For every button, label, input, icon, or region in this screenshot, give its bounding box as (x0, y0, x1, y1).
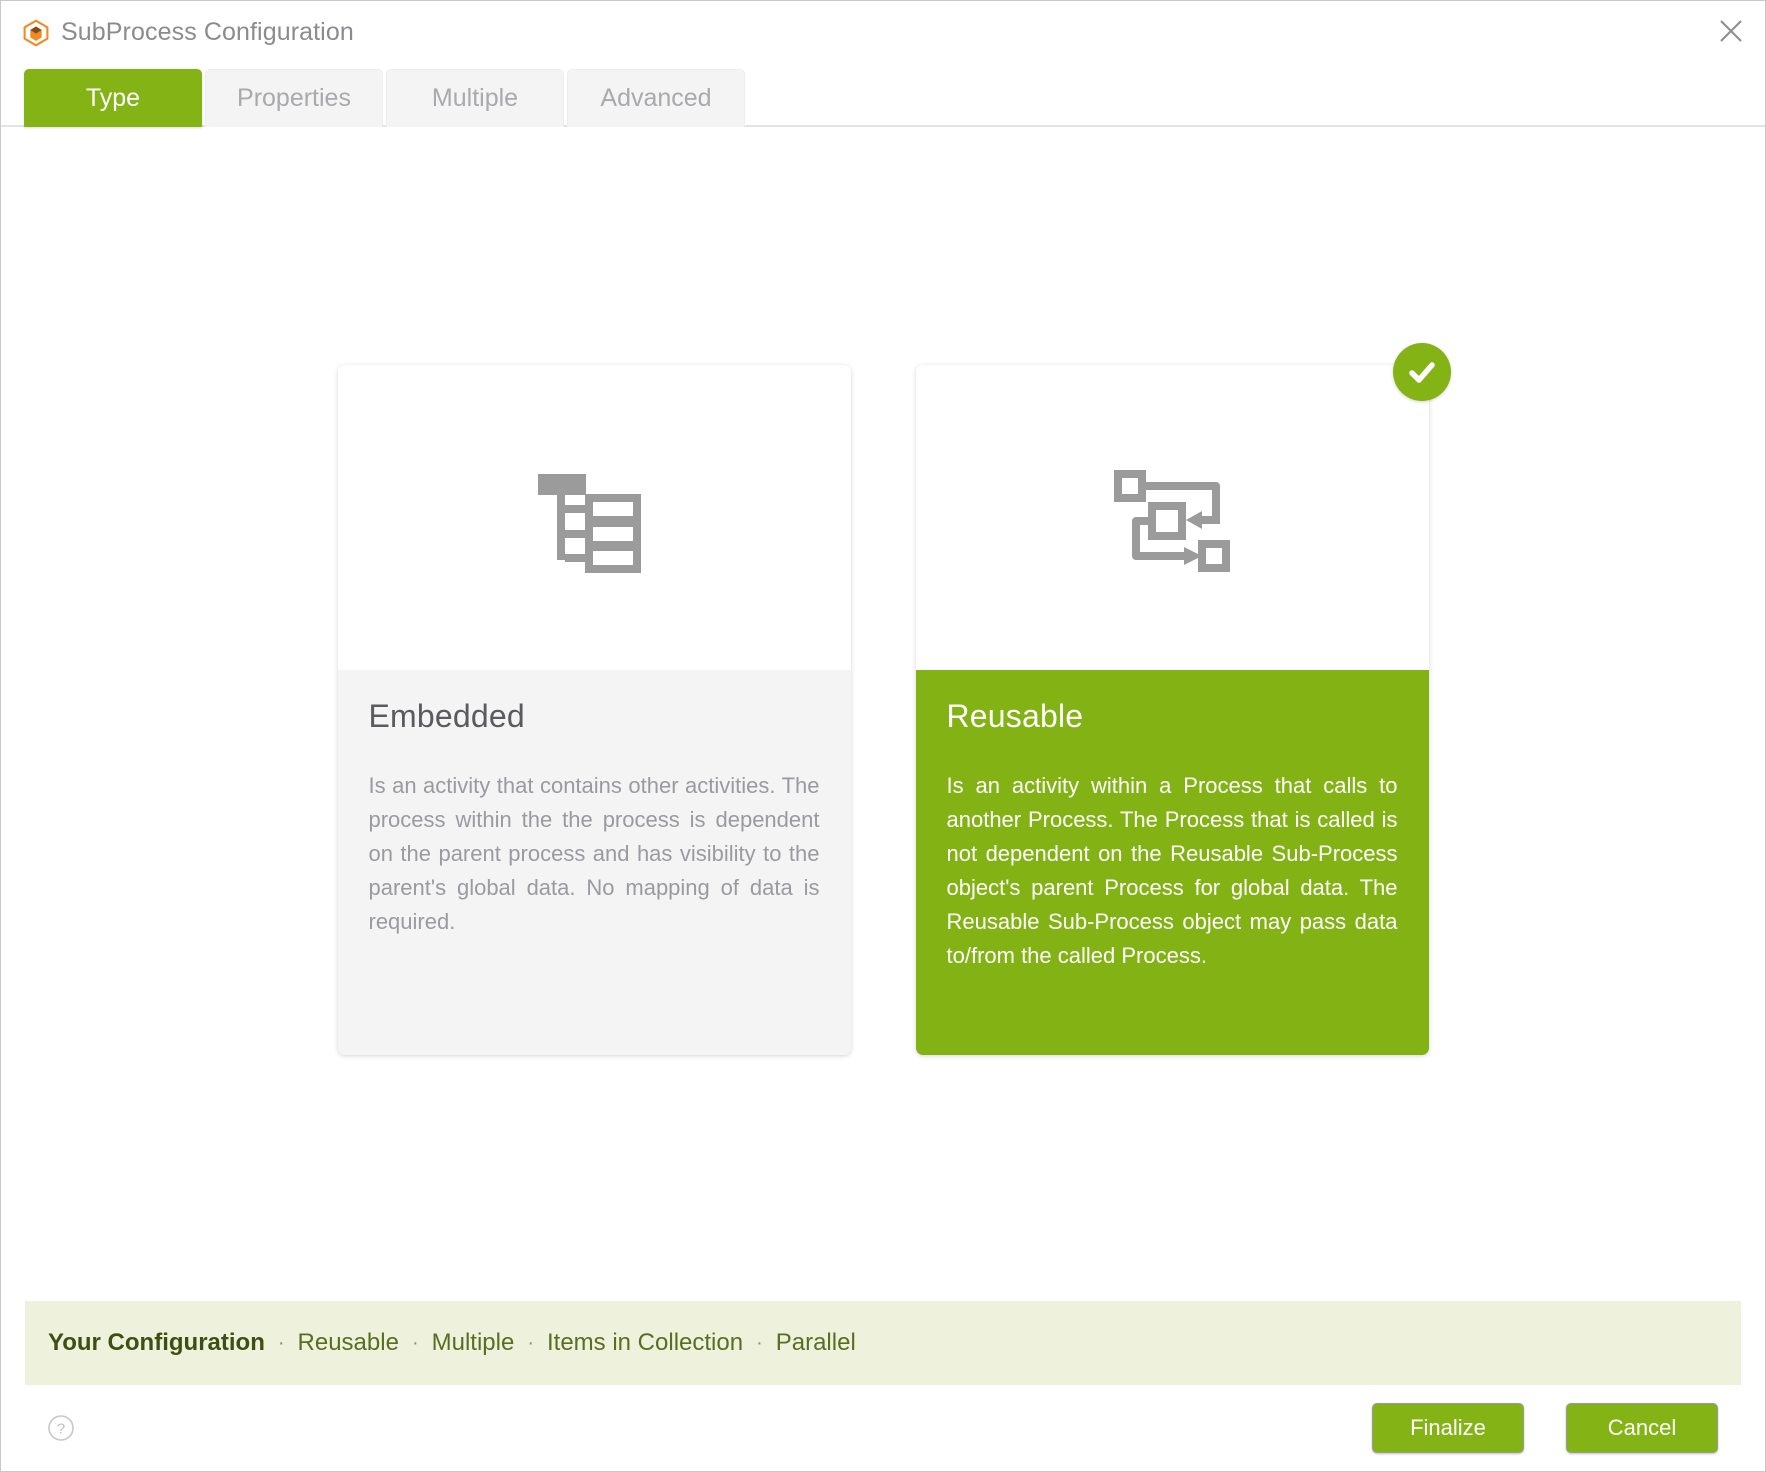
hierarchy-tree-icon (538, 473, 641, 573)
finalize-button[interactable]: Finalize (1372, 1403, 1524, 1453)
cancel-button[interactable]: Cancel (1566, 1403, 1718, 1453)
card-embedded-title: Embedded (368, 698, 525, 734)
card-reusable-icon-area (915, 365, 1429, 670)
card-reusable-body: Reusable Is an activity within a Process… (915, 670, 1429, 1055)
tab-bar: Type Properties Multiple Advanced (1, 64, 1765, 127)
tab-type[interactable]: Type (24, 69, 202, 127)
footer-button-group: Finalize Cancel (1372, 1403, 1718, 1453)
subprocess-configuration-dialog: SubProcess Configuration Type Properties… (0, 0, 1766, 1472)
check-circle-icon (1392, 343, 1451, 401)
tab-advanced[interactable]: Advanced (567, 69, 745, 127)
card-embedded-icon-area (337, 365, 851, 670)
summary-separator-4: · (756, 1331, 763, 1354)
card-embedded-description: Is an activity that contains other activ… (368, 773, 820, 934)
hexagon-logo-icon (23, 19, 49, 46)
card-reusable[interactable]: Reusable Is an activity within a Process… (915, 343, 1451, 1055)
window-title: SubProcess Configuration (61, 18, 354, 46)
configuration-summary-bar: Your Configuration · Reusable · Multiple… (25, 1301, 1741, 1385)
summary-item-type: Reusable (297, 1329, 399, 1356)
question-mark-circle-icon[interactable]: ? (47, 1414, 75, 1442)
title-bar: SubProcess Configuration (1, 1, 1765, 64)
tab-properties[interactable]: Properties (205, 69, 383, 127)
tab-advanced-label: Advanced (600, 84, 712, 112)
tab-type-label: Type (85, 84, 141, 112)
svg-text:?: ? (57, 1421, 65, 1438)
close-icon[interactable] (1707, 9, 1755, 53)
summary-separator-3: · (527, 1331, 534, 1354)
summary-item-collection: Items in Collection (546, 1329, 744, 1356)
tab-multiple-label: Multiple (431, 84, 519, 112)
card-reusable-title: Reusable (946, 698, 1084, 734)
cancel-button-label: Cancel (1607, 1415, 1677, 1440)
dialog-footer: ? Finalize Cancel (1, 1385, 1765, 1471)
finalize-button-label: Finalize (1410, 1415, 1486, 1440)
summary-item-execution: Parallel (775, 1329, 856, 1356)
summary-item-multiplicity: Multiple (431, 1329, 515, 1356)
summary-separator-2: · (411, 1331, 419, 1354)
card-reusable-description: Is an activity within a Process that cal… (946, 773, 1398, 968)
tab-multiple[interactable]: Multiple (386, 69, 564, 127)
summary-label: Your Configuration (48, 1329, 265, 1356)
tab-panel-type: Embedded Is an activity that contains ot… (1, 127, 1765, 1301)
tab-properties-label: Properties (237, 84, 351, 112)
card-embedded[interactable]: Embedded Is an activity that contains ot… (337, 365, 851, 1055)
subprocess-type-card-list: Embedded Is an activity that contains ot… (1, 343, 1765, 1055)
process-call-loop-icon (1114, 469, 1230, 572)
summary-separator-1: · (277, 1331, 285, 1354)
card-embedded-body: Embedded Is an activity that contains ot… (337, 670, 851, 1055)
